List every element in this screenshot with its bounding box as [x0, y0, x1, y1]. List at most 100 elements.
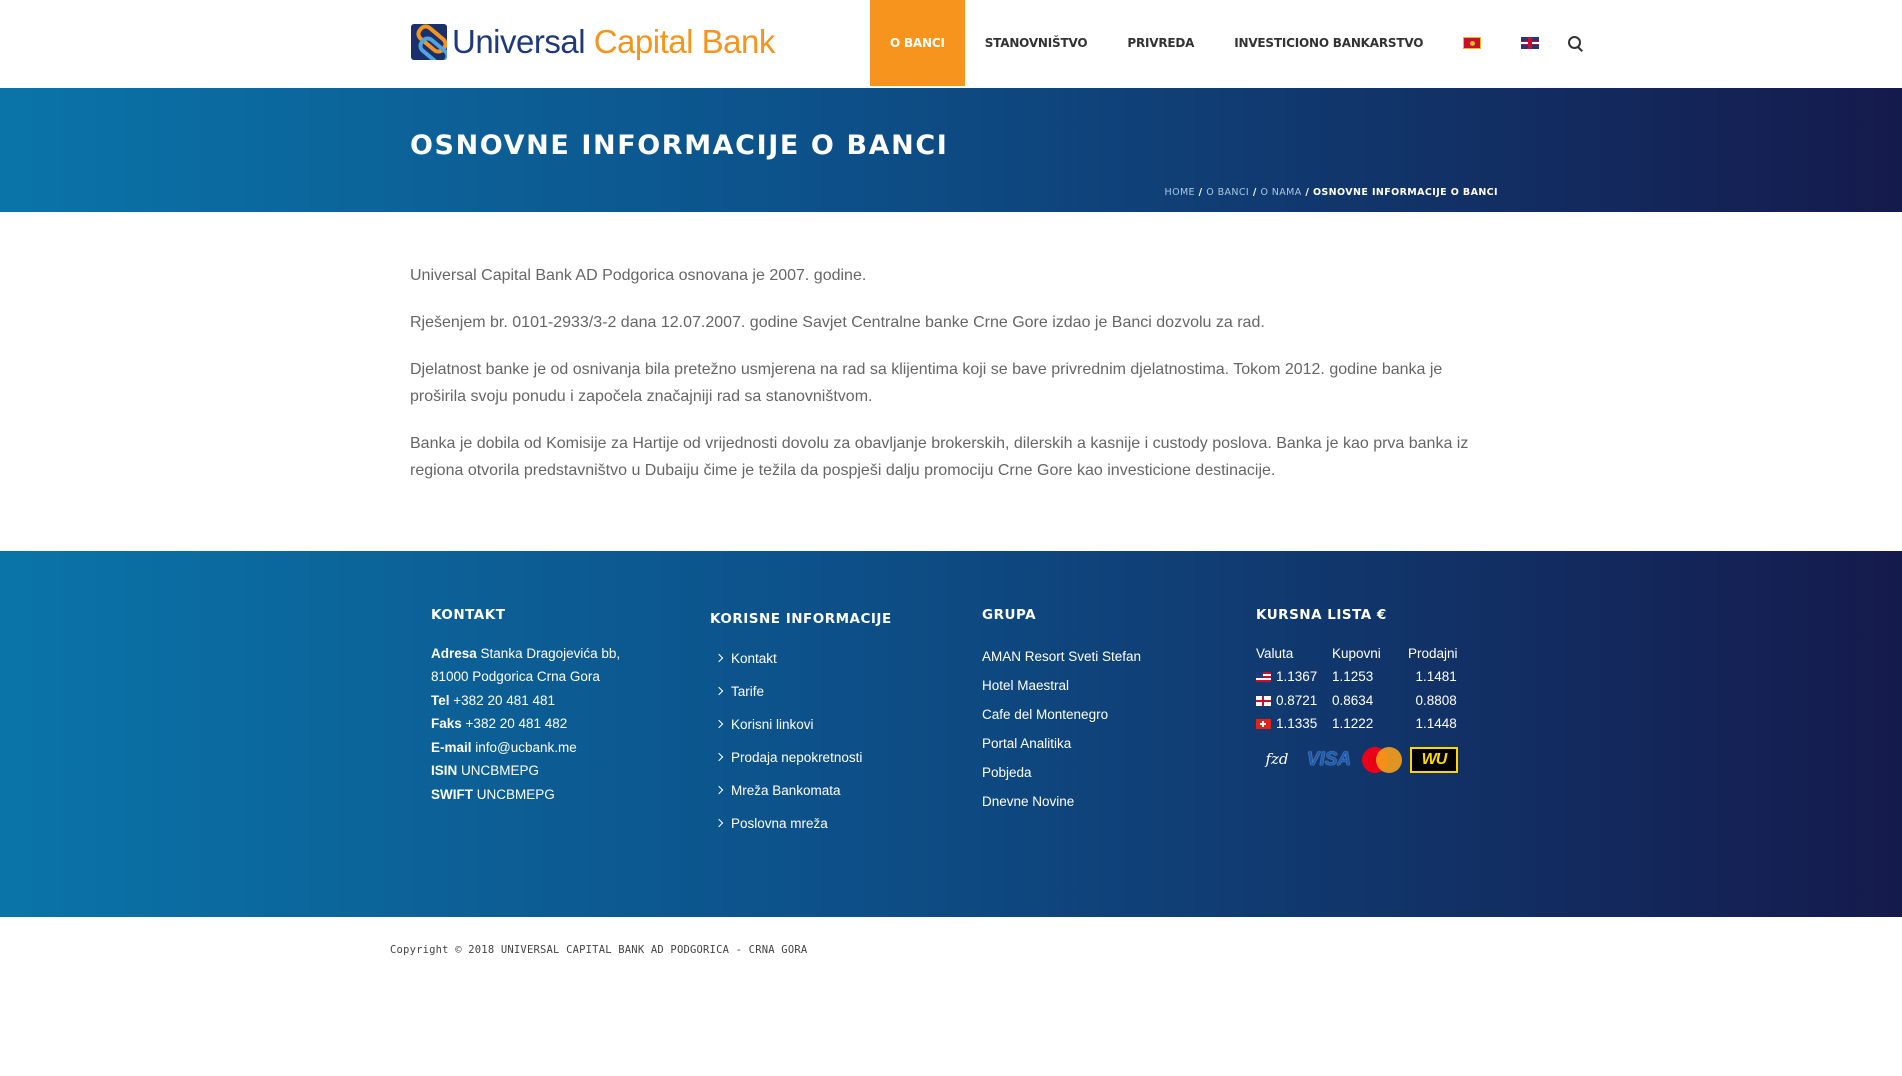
- email-link[interactable]: info@ucbank.me: [475, 740, 577, 755]
- logo-word-capital-bank: Capital Bank: [593, 23, 776, 60]
- rate-value: 1.1367: [1276, 669, 1318, 684]
- group-link-aman[interactable]: AMAN Resort Sveti Stefan: [982, 642, 1202, 671]
- gb-flag-icon: [1256, 695, 1271, 706]
- email-label: E-mail: [431, 739, 472, 755]
- breadcrumb-o-nama[interactable]: O NAMA: [1260, 187, 1301, 198]
- logo-text: Universal Capital Bank: [452, 23, 775, 61]
- content-paragraph: Universal Capital Bank AD Podgorica osno…: [410, 267, 867, 284]
- chevron-right-icon: [714, 785, 724, 795]
- isin-value: UNCBMEPG: [461, 763, 540, 778]
- group-link-portal-analitika[interactable]: Portal Analitika: [982, 729, 1202, 758]
- rate-value: 0.8808: [1415, 692, 1457, 708]
- main-content: Universal Capital Bank AD Podgorica osno…: [410, 262, 1485, 504]
- swift-value: UNCBMEPG: [476, 786, 555, 802]
- search-icon[interactable]: [1565, 33, 1585, 53]
- chevron-right-icon: [714, 653, 724, 663]
- group-link-pobjeda[interactable]: Pobjeda: [982, 758, 1202, 787]
- us-flag-icon: [1256, 672, 1271, 682]
- contact-email: E-mail info@ucbank.me: [431, 736, 681, 760]
- main-nav: O BANCI STANOVNIŠTVO PRIVREDA INVESTICIO…: [870, 0, 1585, 86]
- nav-item-stanovnistvo[interactable]: STANOVNIŠTVO: [965, 0, 1108, 86]
- fzd-logo-icon: fzd: [1265, 749, 1289, 768]
- footer-link-tarife[interactable]: Tarife: [710, 675, 940, 708]
- footer-link-mreza-bankomata[interactable]: Mreža Bankomata: [710, 774, 940, 807]
- chevron-right-icon: [714, 752, 724, 762]
- content-paragraph: Banka je dobila od Komisije za Hartije o…: [410, 435, 1469, 479]
- chevron-right-icon: [714, 719, 724, 729]
- footer-link-label: Tarife: [731, 683, 765, 699]
- rate-cell-prodajni: 0.8808: [1408, 689, 1458, 713]
- bank-logo[interactable]: Universal Capital Bank: [411, 22, 775, 62]
- breadcrumb-separator: /: [1305, 187, 1310, 198]
- breadcrumb-separator: /: [1252, 187, 1257, 198]
- rates-header-valuta: Valuta: [1256, 645, 1294, 661]
- contact-address-line2: 81000 Podgorica Crna Gora: [431, 669, 600, 684]
- rate-cell-valuta: 0.8721: [1256, 689, 1332, 713]
- contact-swift: SWIFT UNCBMEPG: [431, 783, 681, 807]
- mastercard-logo-icon: [1360, 746, 1404, 774]
- copyright-text: Copyright © 2018 UNIVERSAL CAPITAL BANK …: [390, 944, 808, 956]
- site-header: Universal Capital Bank O BANCI STANOVNIŠ…: [0, 0, 1902, 88]
- contact-isin: ISIN UNCBMEPG: [431, 759, 681, 783]
- visa-logo-icon: VISA: [1306, 748, 1352, 770]
- swift-label: SWIFT: [431, 786, 473, 802]
- rate-cell-prodajni: 1.1448: [1408, 712, 1458, 736]
- address-label: Adresa: [431, 645, 477, 661]
- chevron-right-icon: [714, 818, 724, 828]
- payment-logos: fzd VISA WU: [1256, 746, 1476, 774]
- footer-link-prodaja-nepokretnosti[interactable]: Prodaja nepokretnosti: [710, 741, 940, 774]
- breadcrumb-o-banci[interactable]: O BANCI: [1206, 187, 1249, 198]
- page-banner: OSNOVNE INFORMACIJE O BANCI HOME / O BAN…: [0, 88, 1902, 212]
- group-link-maestral[interactable]: Hotel Maestral: [982, 671, 1202, 700]
- rate-value: 1.1448: [1415, 716, 1457, 731]
- rates-header-row: Valuta Kupovni Prodajni: [1256, 642, 1458, 666]
- footer-link-label: Korisni linkovi: [731, 716, 814, 732]
- rate-cell-prodajni: 1.1481: [1408, 665, 1458, 689]
- footer-link-korisni-linkovi[interactable]: Korisni linkovi: [710, 708, 940, 741]
- footer-exchange-rates: KURSNA LISTA € Valuta Kupovni Prodajni 1…: [1256, 604, 1476, 774]
- group-link-dnevne-novine[interactable]: Dnevne Novine: [982, 787, 1202, 816]
- breadcrumb-separator: /: [1198, 187, 1203, 198]
- rate-value: 1.1335: [1276, 716, 1318, 731]
- logo-word-universal: Universal: [452, 23, 586, 60]
- rate-cell-kupovni: 1.1253: [1332, 669, 1374, 684]
- group-link-cafe-del-montenegro[interactable]: Cafe del Montenegro: [982, 700, 1202, 729]
- footer-link-label: Poslovna mreža: [731, 815, 828, 831]
- tel-label: Tel: [431, 692, 450, 708]
- rate-cell-kupovni: 1.1222: [1332, 716, 1374, 731]
- breadcrumb-home[interactable]: HOME: [1165, 187, 1195, 198]
- contact-tel: Tel +382 20 481 481: [431, 689, 681, 713]
- rate-cell-kupovni: 0.8634: [1332, 692, 1374, 708]
- content-paragraph: Djelatnost banke je od osnivanja bila pr…: [410, 361, 1443, 405]
- rate-cell-valuta: 1.1367: [1256, 665, 1332, 689]
- rates-table: Valuta Kupovni Prodajni 1.1367 1.1253 1.…: [1256, 642, 1458, 736]
- fax-value: +382 20 481 482: [465, 716, 568, 731]
- contact-fax: Faks +382 20 481 482: [431, 712, 681, 736]
- page-title: OSNOVNE INFORMACIJE O BANCI: [410, 130, 949, 161]
- western-union-logo-icon: WU: [1410, 746, 1458, 773]
- table-row: 1.1367 1.1253 1.1481: [1256, 665, 1458, 689]
- montenegro-flag-icon[interactable]: [1463, 37, 1482, 49]
- address-line1: Stanka Dragojevića bb,: [480, 645, 621, 661]
- chevron-right-icon: [714, 686, 724, 696]
- nav-item-o-banci[interactable]: O BANCI: [870, 0, 965, 86]
- breadcrumb-current: OSNOVNE INFORMACIJE O BANCI: [1312, 187, 1498, 198]
- contact-title: KONTAKT: [431, 607, 506, 623]
- footer-link-poslovna-mreza[interactable]: Poslovna mreža: [710, 807, 940, 840]
- rate-cell-valuta: 1.1335: [1256, 712, 1332, 736]
- tel-value[interactable]: +382 20 481 481: [453, 693, 555, 708]
- footer-link-label: Prodaja nepokretnosti: [731, 749, 863, 765]
- ch-flag-icon: [1256, 719, 1271, 729]
- footer-contact: KONTAKT Adresa Stanka Dragojevića bb, 81…: [431, 604, 681, 806]
- footer-group: GRUPA AMAN Resort Sveti Stefan Hotel Mae…: [982, 604, 1202, 816]
- nav-item-privreda[interactable]: PRIVREDA: [1107, 0, 1214, 86]
- useful-info-title: KORISNE INFORMACIJE: [710, 611, 892, 627]
- footer-link-kontakt[interactable]: Kontakt: [710, 642, 940, 675]
- site-footer: KONTAKT Adresa Stanka Dragojevića bb, 81…: [0, 551, 1902, 917]
- nav-item-investiciono-bankarstvo[interactable]: INVESTICIONO BANKARSTVO: [1214, 0, 1443, 86]
- rate-value: 1.1481: [1415, 669, 1457, 684]
- table-row: 1.1335 1.1222 1.1448: [1256, 712, 1458, 736]
- rates-title: KURSNA LISTA €: [1256, 607, 1387, 623]
- rates-header-prodajni: Prodajni: [1408, 645, 1458, 661]
- uk-flag-icon[interactable]: [1521, 37, 1540, 49]
